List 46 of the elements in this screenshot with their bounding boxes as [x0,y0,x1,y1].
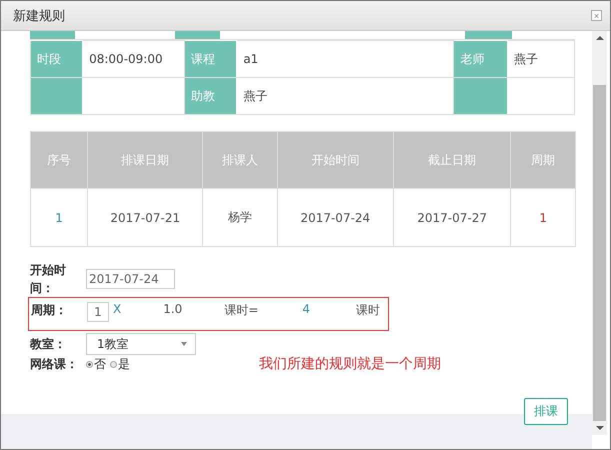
room-select[interactable]: 1教室 [86,333,196,355]
field-label: 网络课： [30,356,79,372]
field-label: 开始时间： [30,262,67,297]
close-button[interactable]: × [591,10,602,21]
hours-label: 课时= [224,302,258,319]
column-header: 截止日期 [393,132,511,188]
column-header: 序号 [30,132,88,188]
label-cell [454,78,508,114]
total-value: 4 [302,302,310,316]
arrow-down-icon[interactable] [596,426,604,430]
caret-icon [181,342,187,346]
label-cell [30,78,83,114]
label-cell: 助教 [184,78,237,114]
table-cell: 2017-07-24 [277,188,394,246]
table-cell: 2017-07-27 [393,188,511,246]
label-cell: 课程 [184,40,237,78]
arrow-up-icon[interactable] [596,36,604,40]
label-cell [30,31,75,39]
table-cell: 2017-07-21 [88,188,203,246]
label-cell [175,31,220,39]
table-cell: 1 [510,188,576,246]
date-field[interactable]: 2017-07-24 [86,269,175,289]
times-sign: X [113,302,122,316]
radio-option[interactable]: 否 [86,356,106,372]
field-value: 08:00-09:00 [89,52,163,66]
label-cell: 时段 [30,40,83,78]
field-label: 教室： [30,336,67,352]
field-value: 燕子 [243,88,268,102]
count-field[interactable]: 1 [87,302,109,322]
unit-label: 课时 [356,302,380,319]
field-value: 燕子 [514,52,538,66]
label-cell [465,31,512,39]
scrollbar[interactable] [592,31,607,435]
column-header: 排课日期 [88,132,203,188]
table-cell: 杨学 [202,188,278,246]
dialog-title: 新建规则 [13,8,65,24]
column-header: 周期 [510,132,576,188]
radio-option[interactable]: 是 [110,356,130,372]
hours-value: 1.0 [163,302,182,316]
column-header: 开始时间 [277,132,394,188]
field-value: a1 [243,52,258,66]
label-cell: 老师 [454,40,508,78]
annotation-text: 我们所建的规则就是一个周期 [259,355,441,373]
table-cell: 1 [30,188,88,246]
column-header: 排课人 [202,132,278,188]
field-label: 周期： [31,302,68,319]
